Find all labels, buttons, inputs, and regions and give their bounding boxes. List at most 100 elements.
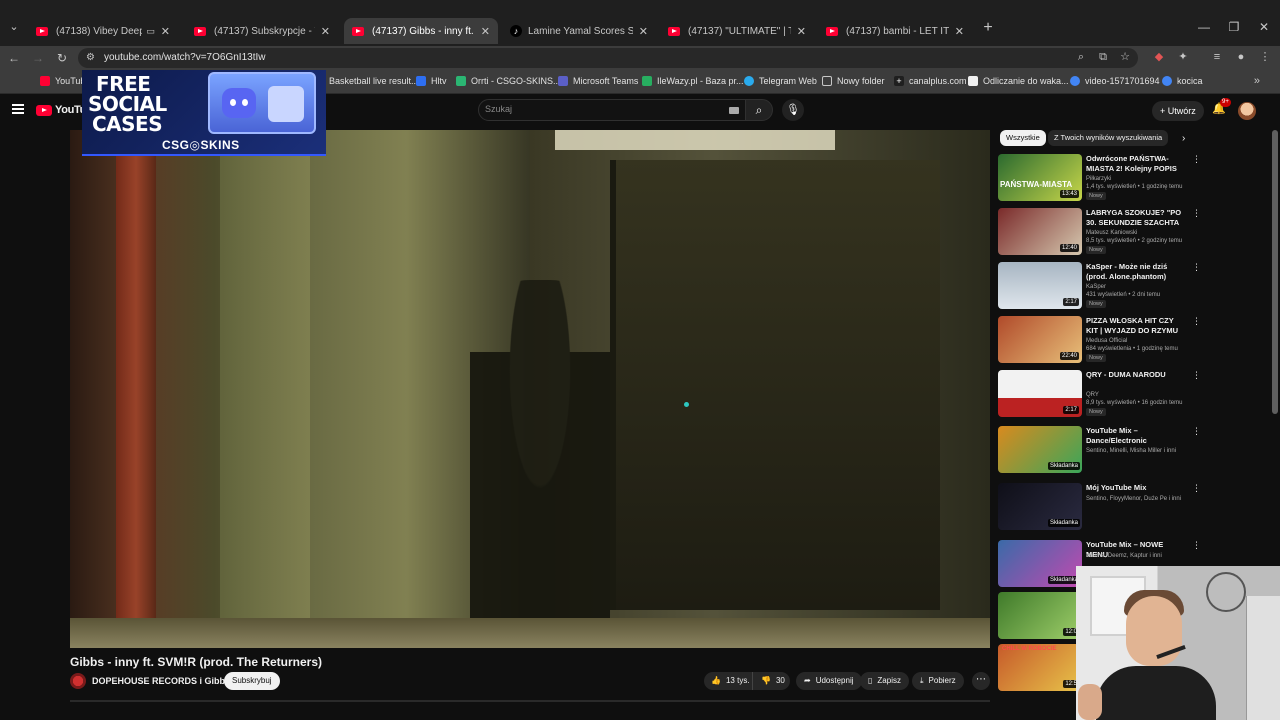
recommended-title[interactable]: Mój YouTube Mix bbox=[1086, 483, 1186, 493]
video-thumbnail[interactable]: 2:17 bbox=[998, 262, 1082, 309]
browser-tab[interactable]: ♪ Lamine Yamal Scores Stunning ✕ bbox=[502, 18, 656, 44]
bookmark-item[interactable]: Hltv bbox=[416, 76, 447, 86]
recommended-channel[interactable]: Mateusz Kaniowski bbox=[1086, 229, 1190, 237]
bookmark-item[interactable]: Basketball live result... bbox=[314, 76, 419, 86]
bookmark-item[interactable]: Orrti - CSGO-SKINS... bbox=[456, 76, 561, 86]
video-player[interactable] bbox=[70, 130, 990, 648]
create-button[interactable]: + Utwórz bbox=[1152, 101, 1204, 121]
video-thumbnail[interactable]: 2:17 bbox=[998, 370, 1082, 417]
bookmark-item[interactable]: Microsoft Teams bbox=[558, 76, 638, 86]
kebab-menu-icon[interactable]: ⋮ bbox=[1192, 426, 1201, 437]
zoom-search-icon[interactable]: ⌕ bbox=[1074, 50, 1088, 64]
like-button[interactable]: 👍 13 tys. bbox=[711, 672, 750, 690]
more-actions-icon[interactable]: ⋯ bbox=[972, 672, 990, 690]
chip-all[interactable]: Wszystkie bbox=[1000, 130, 1046, 146]
search-input[interactable]: Szukaj bbox=[478, 99, 746, 121]
recommended-title[interactable]: QRY - DUMA NARODU bbox=[1086, 370, 1186, 380]
profile-icon[interactable]: ● bbox=[1234, 50, 1248, 64]
tab-search-chevron-icon[interactable]: ⌄ bbox=[6, 20, 22, 36]
extensions-puzzle-icon[interactable]: ✦ bbox=[1176, 50, 1190, 64]
chip-from-search[interactable]: Z Twoich wyników wyszukiwania bbox=[1048, 130, 1169, 146]
save-button[interactable]: ▯ Zapisz bbox=[860, 672, 909, 690]
video-thumbnail[interactable]: Składanka bbox=[998, 426, 1082, 473]
chevron-right-icon[interactable]: › bbox=[1182, 133, 1185, 144]
install-app-icon[interactable]: ⧉ bbox=[1096, 50, 1110, 64]
minimize-icon[interactable]: — bbox=[1196, 20, 1212, 34]
recommended-video[interactable]: PAŃSTWA-MIASTA 13:43 Odwrócone PAŃSTWA-M… bbox=[998, 154, 1201, 204]
video-thumbnail[interactable]: Składanka bbox=[998, 540, 1082, 587]
channel-avatar[interactable] bbox=[70, 673, 86, 689]
bookmark-item[interactable]: IleWazy.pl - Baza pr... bbox=[642, 76, 744, 86]
recommended-channel[interactable]: KaSper bbox=[1086, 283, 1190, 291]
close-tab-icon[interactable]: ✕ bbox=[639, 25, 648, 38]
address-bar[interactable]: ⚙ youtube.com/watch?v=7O6GnI13tIw bbox=[78, 48, 1138, 68]
browser-tab-active[interactable]: (47137) Gibbs - inny ft. SVM!R ✕ bbox=[344, 18, 498, 44]
browser-menu-icon[interactable]: ⋮ bbox=[1258, 50, 1272, 64]
recommended-channel[interactable]: Piłkarzyki bbox=[1086, 175, 1190, 183]
bookmark-item[interactable]: kocica bbox=[1162, 76, 1203, 86]
page-scrollbar[interactable] bbox=[1272, 130, 1278, 414]
avatar[interactable] bbox=[1238, 102, 1256, 120]
recommended-video[interactable]: 22:40 PIZZA WŁOSKA HIT CZY KIT | WYJAZD … bbox=[998, 316, 1201, 366]
close-tab-icon[interactable]: ✕ bbox=[321, 25, 330, 38]
video-thumbnail[interactable]: 22:40 bbox=[998, 316, 1082, 363]
kebab-menu-icon[interactable]: ⋮ bbox=[1192, 370, 1201, 381]
dislike-button[interactable]: 👎 30 bbox=[752, 672, 785, 690]
microphone-icon[interactable]: 🎙 bbox=[782, 99, 804, 121]
kebab-menu-icon[interactable]: ⋮ bbox=[1192, 154, 1201, 165]
bookmarks-overflow-icon[interactable]: » bbox=[1254, 75, 1260, 87]
promo-ad-banner[interactable]: FREE SOCIAL CASES CSG◎SKINS bbox=[82, 70, 326, 156]
recommended-video[interactable]: 12:40 LABRYGA SZOKUJE? "PO 30. SEKUNDZIE… bbox=[998, 208, 1201, 258]
keyboard-icon[interactable] bbox=[729, 107, 739, 114]
video-thumbnail[interactable]: 12:40 bbox=[998, 208, 1082, 255]
video-thumbnail[interactable]: CHILL W ROBOCIE 12:5 bbox=[998, 644, 1082, 691]
recommended-title[interactable]: Odwrócone PAŃSTWA-MIASTA 2! Kolejny POPI… bbox=[1086, 154, 1186, 174]
video-thumbnail[interactable]: 12:0 bbox=[998, 592, 1082, 639]
close-tab-icon[interactable]: ✕ bbox=[955, 25, 964, 38]
recommended-video[interactable]: 2:17 KaSper - Może nie dziś (prod. Alone… bbox=[998, 262, 1201, 312]
video-thumbnail[interactable]: Składanka bbox=[998, 483, 1082, 530]
close-tab-icon[interactable]: ✕ bbox=[797, 25, 806, 38]
download-button[interactable]: ⤓ Pobierz bbox=[912, 672, 964, 690]
kebab-menu-icon[interactable]: ⋮ bbox=[1192, 262, 1201, 273]
browser-tab[interactable]: (47137) bambi - LET IT B - YouT ✕ bbox=[818, 18, 972, 44]
recommended-mix[interactable]: Składanka YouTube Mix – Dance/Electronic… bbox=[998, 426, 1201, 476]
close-window-icon[interactable]: ✕ bbox=[1256, 20, 1272, 34]
kebab-menu-icon[interactable]: ⋮ bbox=[1192, 540, 1201, 551]
bookmark-item[interactable]: video-1571701694 bbox=[1070, 76, 1160, 86]
channel-name[interactable]: DOPEHOUSE RECORDS i Gibbs bbox=[92, 676, 230, 686]
guide-menu-icon[interactable] bbox=[12, 104, 24, 114]
forward-arrow-icon[interactable]: → bbox=[30, 50, 46, 66]
kebab-menu-icon[interactable]: ⋮ bbox=[1192, 483, 1201, 494]
reload-icon[interactable]: ↻ bbox=[54, 50, 70, 66]
close-tab-icon[interactable]: ✕ bbox=[161, 25, 170, 38]
recommended-title[interactable]: LABRYGA SZOKUJE? "PO 30. SEKUNDZIE SZACH… bbox=[1086, 208, 1186, 228]
restore-icon[interactable]: ❐ bbox=[1226, 20, 1242, 34]
bookmark-item[interactable]: + canalplus.com bbox=[894, 76, 967, 86]
search-icon[interactable]: ⌕ bbox=[745, 99, 773, 121]
kebab-menu-icon[interactable]: ⋮ bbox=[1192, 208, 1201, 219]
recommended-channel[interactable]: Medusa Official bbox=[1086, 337, 1190, 345]
share-button[interactable]: ➦ Udostępnij bbox=[796, 672, 862, 690]
recommended-title[interactable]: YouTube Mix – Dance/Electronic bbox=[1086, 426, 1186, 445]
bookmark-item[interactable]: Telegram Web bbox=[744, 76, 817, 86]
browser-tab[interactable]: (47137) Subskrypcje - YouTube ✕ bbox=[186, 18, 338, 44]
site-info-icon[interactable]: ⚙ bbox=[86, 52, 98, 64]
close-tab-icon[interactable]: ✕ bbox=[481, 25, 490, 38]
url-text[interactable]: youtube.com/watch?v=7O6GnI13tIw bbox=[104, 52, 265, 63]
browser-tab[interactable]: (47138) Vibey Deep House ▭ ✕ bbox=[28, 18, 178, 44]
browser-tab[interactable]: (47137) "ULTIMATE" | Trap Type ✕ bbox=[660, 18, 814, 44]
recommended-channel[interactable]: QRY bbox=[1086, 391, 1190, 399]
bookmark-star-icon[interactable]: ☆ bbox=[1118, 50, 1132, 64]
bookmark-folder[interactable]: Nowy folder bbox=[822, 76, 885, 86]
back-arrow-icon[interactable]: ← bbox=[6, 50, 22, 66]
extension-icon[interactable]: ◆ bbox=[1152, 50, 1166, 64]
new-tab-plus-icon[interactable]: + bbox=[980, 20, 996, 36]
recommended-title[interactable]: KaSper - Może nie dziś (prod. Alone.phan… bbox=[1086, 262, 1186, 281]
media-control-icon[interactable]: ≡ bbox=[1210, 50, 1224, 64]
subscribe-button[interactable]: Subskrybuj bbox=[224, 672, 280, 690]
recommended-video[interactable]: 2:17 QRY - DUMA NARODU QRY 8,9 tys. wyśw… bbox=[998, 370, 1201, 420]
video-thumbnail[interactable]: PAŃSTWA-MIASTA 13:43 bbox=[998, 154, 1082, 201]
kebab-menu-icon[interactable]: ⋮ bbox=[1192, 316, 1201, 327]
recommended-title[interactable]: PIZZA WŁOSKA HIT CZY KIT | WYJAZD DO RZY… bbox=[1086, 316, 1186, 335]
